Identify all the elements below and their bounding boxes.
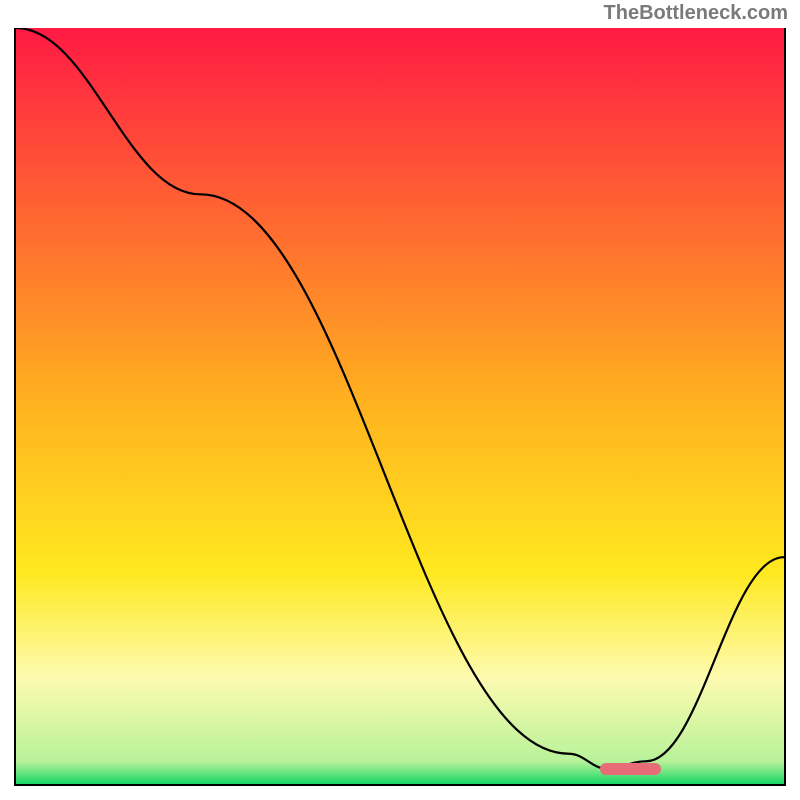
plot-area [14,28,786,786]
optimal-range-marker [600,763,661,775]
attribution-label: TheBottleneck.com [604,2,788,25]
gradient-background [16,28,784,784]
chart-svg [16,28,784,784]
chart-container: TheBottleneck.com [0,0,800,800]
